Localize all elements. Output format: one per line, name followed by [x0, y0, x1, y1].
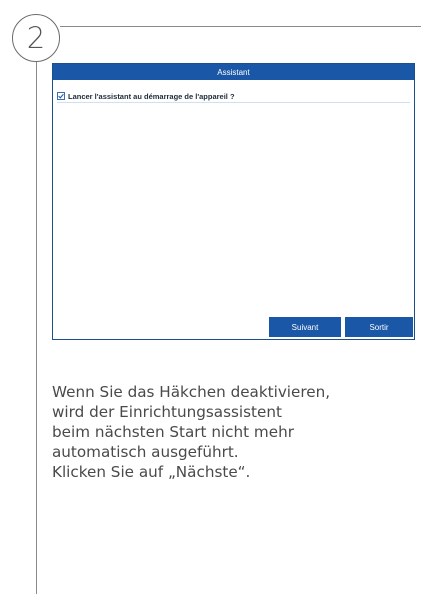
dialog-body: Lancer l'assistant au démarrage de l'app… — [53, 80, 414, 339]
instruction-text: Wenn Sie das Häkchen deaktivieren, wird … — [52, 382, 412, 482]
checkmark-icon — [58, 93, 64, 99]
step-number-badge: 2 — [12, 14, 60, 62]
dialog-title: Assistant — [217, 67, 250, 77]
startup-assistant-option[interactable]: Lancer l'assistant au démarrage de l'app… — [57, 90, 410, 103]
exit-button[interactable]: Sortir — [345, 317, 413, 337]
startup-assistant-label: Lancer l'assistant au démarrage de l'app… — [68, 91, 235, 101]
instruction-line: wird der Einrichtungsassistent — [52, 403, 282, 421]
next-button[interactable]: Suivant — [269, 317, 341, 337]
startup-assistant-checkbox[interactable] — [57, 92, 65, 100]
instruction-line: Wenn Sie das Häkchen deaktivieren, — [52, 383, 331, 401]
step-guide-line-top — [60, 26, 421, 27]
instruction-line: beim nächsten Start nicht mehr — [52, 423, 294, 441]
dialog-titlebar: Assistant — [53, 64, 414, 80]
step-guide-line-left — [36, 62, 37, 594]
assistant-dialog: Assistant Lancer l'assistant au démarrag… — [52, 63, 415, 340]
step-number: 2 — [26, 21, 46, 55]
instruction-line: automatisch ausgeführt. — [52, 443, 239, 461]
instruction-line: Klicken Sie auf „Nächste“. — [52, 463, 251, 481]
